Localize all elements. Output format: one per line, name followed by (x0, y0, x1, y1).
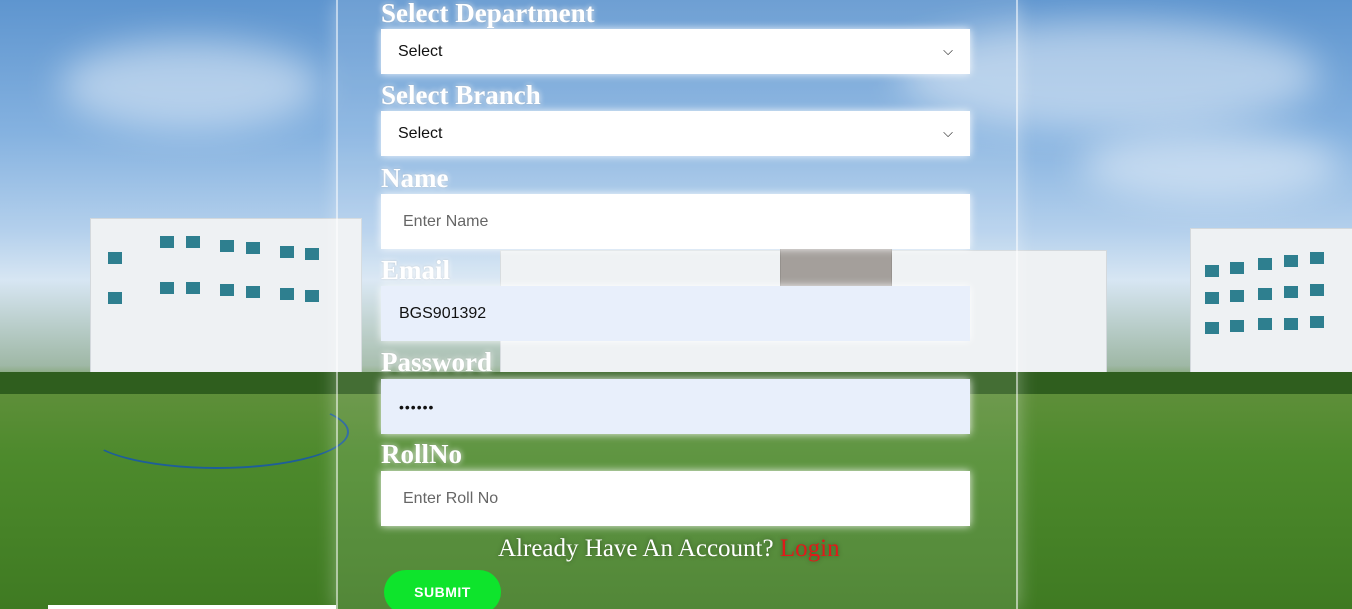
name-label: Name (381, 163, 449, 193)
name-input[interactable]: Enter Name (381, 194, 970, 249)
email-value: BGS901392 (399, 304, 487, 322)
department-selected-value: Select (398, 42, 443, 60)
submit-button[interactable]: SUBMIT (384, 570, 501, 609)
email-input[interactable]: BGS901392 (381, 286, 970, 341)
branch-selected-value: Select (398, 124, 443, 142)
rollno-input[interactable]: Enter Roll No (381, 471, 970, 526)
rollno-placeholder: Enter Roll No (403, 489, 499, 507)
rollno-label: RollNo (381, 439, 462, 469)
chevron-down-icon: ⌵ (943, 44, 953, 59)
branch-select[interactable]: Select ⌵ (381, 111, 970, 156)
department-label: Select Department (381, 0, 595, 28)
chevron-down-icon: ⌵ (943, 126, 953, 141)
department-select[interactable]: Select ⌵ (381, 29, 970, 74)
email-label: Email (381, 255, 451, 285)
password-input[interactable]: •••••• (381, 379, 970, 434)
branch-label: Select Branch (381, 80, 541, 110)
login-link[interactable]: Login (780, 535, 840, 562)
account-prompt: Already Have An Account? Login (498, 535, 840, 563)
name-placeholder: Enter Name (403, 212, 489, 230)
password-label: Password (381, 347, 493, 377)
bottom-divider (48, 605, 336, 609)
account-prompt-text: Already Have An Account? (498, 535, 774, 562)
password-masked-value: •••••• (399, 398, 435, 415)
